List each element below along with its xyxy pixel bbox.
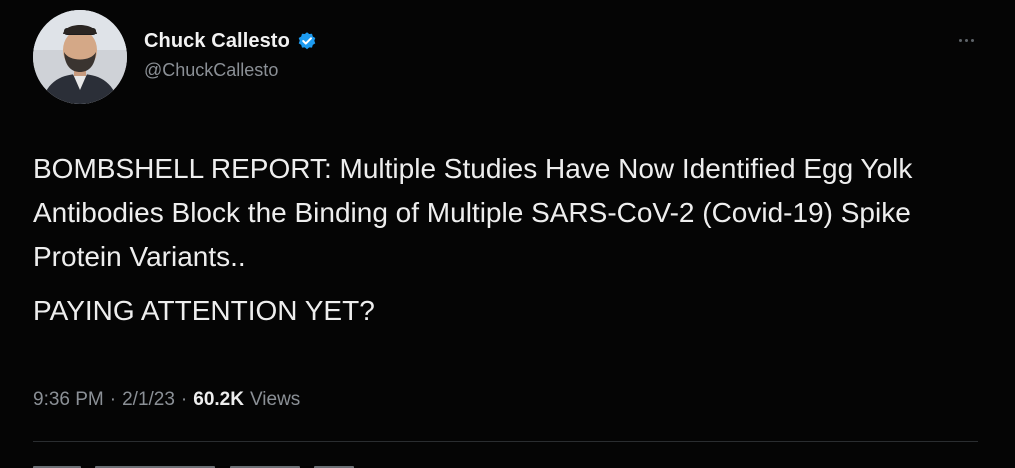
avatar-photo-icon bbox=[33, 10, 127, 104]
divider bbox=[33, 441, 978, 442]
more-options-icon[interactable] bbox=[948, 30, 984, 50]
tweet-paragraph: PAYING ATTENTION YET? bbox=[33, 295, 375, 326]
tweet-card: Chuck Callesto @ChuckCallesto BOMBSHELL … bbox=[0, 0, 1015, 468]
author-handle[interactable]: @ChuckCallesto bbox=[144, 60, 278, 81]
dot bbox=[964, 38, 968, 42]
tweet-paragraph: BOMBSHELL REPORT: Multiple Studies Have … bbox=[33, 153, 913, 272]
separator: · bbox=[109, 389, 117, 410]
views-count[interactable]: 60.2K bbox=[193, 389, 244, 411]
separator: · bbox=[180, 389, 188, 410]
author-name-row[interactable]: Chuck Callesto bbox=[144, 28, 317, 54]
tweet-metadata: 9:36 PM · 2/1/23 · 60.2K Views bbox=[33, 389, 300, 411]
tweet-date[interactable]: 2/1/23 bbox=[122, 389, 175, 411]
tweet-text: BOMBSHELL REPORT: Multiple Studies Have … bbox=[33, 147, 993, 333]
dot bbox=[958, 38, 962, 42]
views-label: Views bbox=[249, 389, 301, 410]
dot bbox=[970, 38, 974, 42]
tweet-time[interactable]: 9:36 PM bbox=[33, 389, 104, 411]
engagement-stats-cropped bbox=[33, 459, 453, 468]
author-display-name[interactable]: Chuck Callesto bbox=[144, 30, 290, 53]
verified-badge-icon bbox=[297, 31, 317, 51]
avatar[interactable] bbox=[33, 10, 127, 104]
